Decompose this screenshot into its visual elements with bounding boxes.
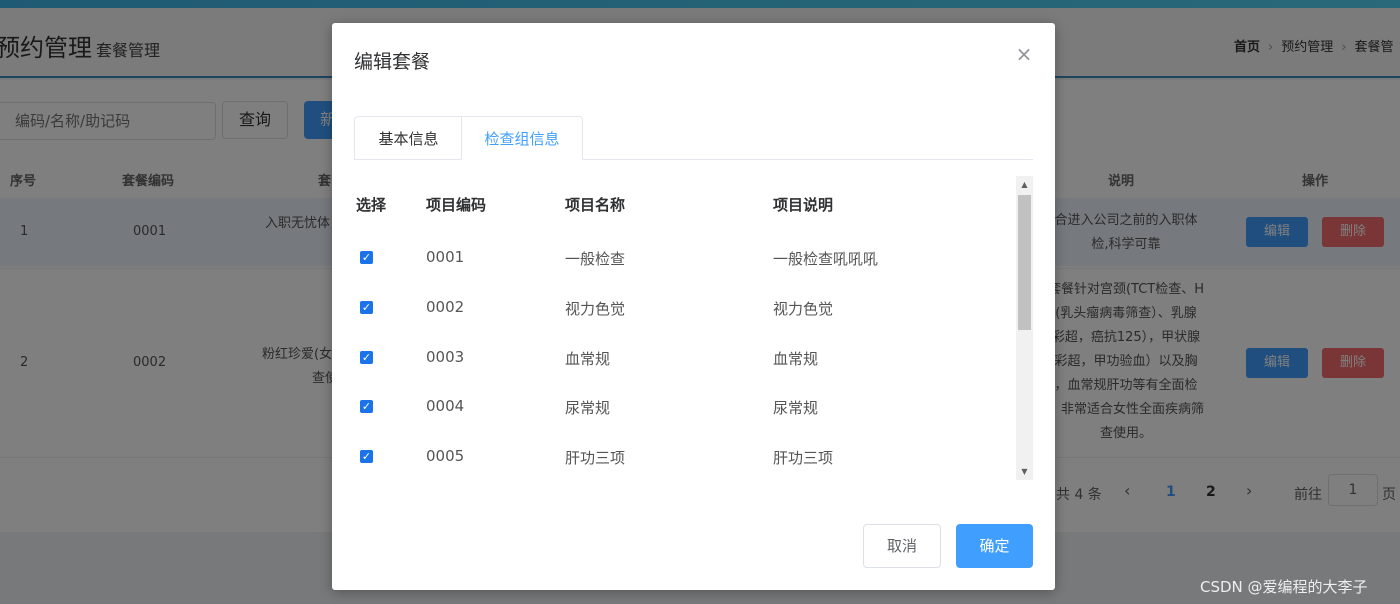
row-name: 血常规 [565, 350, 611, 368]
tab-basic-info[interactable]: 基本信息 [354, 116, 462, 160]
row-name: 视力色觉 [565, 300, 626, 318]
dialog-tabs: 基本信息 检查组信息 [354, 116, 1033, 160]
table-scrollbar[interactable]: ▲ ▼ [1016, 176, 1033, 480]
row-desc: 一般检查吼吼吼 [773, 250, 879, 268]
row-checkbox[interactable]: ✓ [360, 301, 373, 314]
checkgroup-table: 选择 项目编码 项目名称 项目说明 ✓ 0001 一般检查 一般检查吼吼吼 ✓ … [354, 175, 1016, 480]
row-checkbox[interactable]: ✓ [360, 251, 373, 264]
row-code: 0001 [426, 248, 465, 266]
dialog-title: 编辑套餐 [354, 51, 431, 73]
row-checkbox[interactable]: ✓ [360, 351, 373, 364]
confirm-button[interactable]: 确定 [956, 524, 1033, 568]
row-checkbox[interactable]: ✓ [360, 400, 373, 413]
watermark: CSDN @爱编程的大李子 [1200, 578, 1368, 596]
header-code: 项目编码 [426, 196, 487, 214]
table-row: ✓ 0004 尿常规 尿常规 [354, 383, 1016, 433]
row-name: 一般检查 [565, 250, 626, 268]
cancel-button[interactable]: 取消 [863, 524, 941, 568]
row-checkbox[interactable]: ✓ [360, 450, 373, 463]
row-desc: 血常规 [773, 350, 819, 368]
row-name: 尿常规 [565, 399, 611, 417]
table-row: ✓ 0005 肝功三项 肝功三项 [354, 433, 1016, 480]
table-row: ✓ 0002 视力色觉 视力色觉 [354, 284, 1016, 334]
scrollbar-thumb[interactable] [1018, 195, 1031, 330]
close-icon[interactable]: × [1014, 43, 1034, 65]
row-code: 0003 [426, 348, 465, 366]
edit-package-dialog: 编辑套餐 × 基本信息 检查组信息 选择 项目编码 项目名称 项目说明 ✓ 00… [332, 23, 1055, 590]
row-desc: 肝功三项 [773, 449, 834, 467]
scroll-up-arrow-icon[interactable]: ▲ [1016, 176, 1033, 193]
tab-checkgroup-info[interactable]: 检查组信息 [461, 116, 583, 160]
row-code: 0002 [426, 298, 465, 316]
row-code: 0005 [426, 447, 465, 465]
row-desc: 视力色觉 [773, 300, 834, 318]
table-row: ✓ 0003 血常规 血常规 [354, 334, 1016, 384]
header-select: 选择 [356, 196, 387, 214]
row-code: 0004 [426, 397, 465, 415]
table-row: ✓ 0001 一般检查 一般检查吼吼吼 [354, 234, 1016, 284]
row-name: 肝功三项 [565, 449, 626, 467]
row-desc: 尿常规 [773, 399, 819, 417]
header-desc: 项目说明 [773, 196, 834, 214]
header-name: 项目名称 [565, 196, 626, 214]
scroll-down-arrow-icon[interactable]: ▼ [1016, 463, 1033, 480]
